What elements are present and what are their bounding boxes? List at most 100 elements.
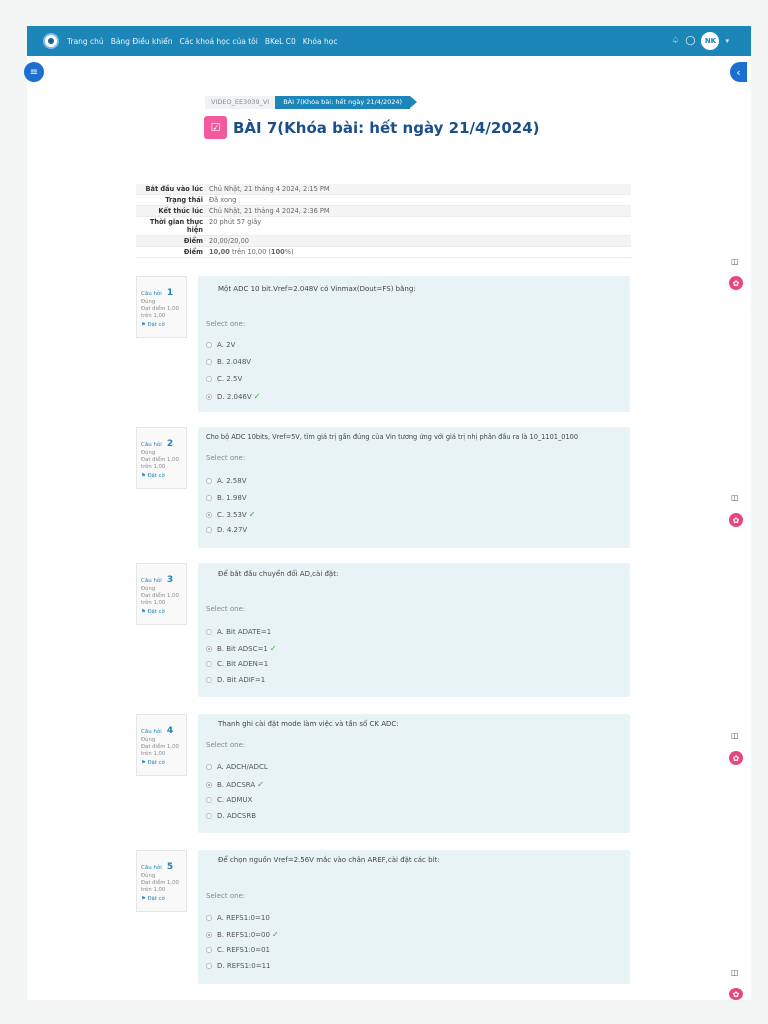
question-grade-max: trên 1,00 — [141, 464, 166, 470]
brain-icon[interactable]: ✿ — [729, 988, 743, 1000]
question-grade-max: trên 1,00 — [141, 887, 166, 893]
grade-percent: 100 — [270, 248, 285, 256]
block-drawer-toggle[interactable]: ‹ — [730, 62, 747, 82]
nav-my-courses[interactable]: Các khoá học của tôi — [180, 37, 258, 46]
answer-option[interactable]: A. REFS1:0=10 — [206, 914, 270, 922]
question-content: Thanh ghi cài đặt mode làm việc và tần s… — [198, 714, 630, 833]
radio-button[interactable] — [206, 931, 212, 938]
flag-label: Đặt cờ — [147, 760, 165, 766]
summary-row: Điểm 10,00 trên 10,00 (100%) — [136, 247, 631, 258]
radio-button[interactable] — [206, 342, 212, 348]
chevron-down-icon[interactable]: ▾ — [725, 37, 729, 45]
select-one-prompt: Select one: — [206, 892, 246, 900]
book-icon[interactable]: ◫ — [731, 493, 741, 502]
radio-button[interactable] — [206, 495, 212, 501]
question-grade: Đạt điểm 1,00 — [141, 880, 179, 886]
radio-button[interactable] — [206, 359, 212, 365]
flag-question-button[interactable]: ⚑ Đặt cờ — [141, 896, 182, 902]
breadcrumb-arrow — [410, 96, 418, 108]
flag-icon: ⚑ — [141, 896, 146, 902]
question-label: Câu hỏi — [141, 442, 162, 448]
question-state: Đúng — [141, 450, 156, 456]
radio-button[interactable] — [206, 645, 212, 652]
course-index-toggle[interactable]: ≡ — [24, 62, 44, 82]
answer-option[interactable]: B. Bit ADSC=1 ✓ — [206, 644, 277, 653]
summary-value: Đã xong — [209, 196, 237, 204]
answer-option[interactable]: C. ADMUX — [206, 796, 252, 804]
radio-button[interactable] — [206, 629, 212, 635]
answer-option[interactable]: C. REFS1:0=01 — [206, 946, 270, 954]
radio-button[interactable] — [206, 661, 212, 667]
radio-button[interactable] — [206, 677, 212, 683]
option-label: B. 1.98V — [217, 494, 247, 502]
option-label: D. REFS1:0=11 — [217, 962, 271, 970]
brain-icon[interactable]: ✿ — [729, 751, 743, 765]
radio-button[interactable] — [206, 376, 212, 382]
radio-button[interactable] — [206, 527, 212, 533]
answer-option[interactable]: D. 4.27V — [206, 526, 247, 534]
answer-option[interactable]: D. 2.046V ✓ — [206, 392, 260, 401]
flag-question-button[interactable]: ⚑ Đặt cờ — [141, 609, 182, 615]
answer-option[interactable]: A. 2V — [206, 341, 235, 349]
nav-courses[interactable]: Khóa học — [303, 37, 338, 46]
brain-icon[interactable]: ✿ — [729, 513, 743, 527]
question-content: Để chọn nguồn Vref=2.56V mắc vào chân AR… — [198, 850, 630, 984]
answer-option[interactable]: C. 3.53V ✓ — [206, 510, 255, 519]
question-info: Câu hỏi 1 Đúng Đạt điểm 1,00 trên 1,00 ⚑… — [136, 276, 187, 338]
question-number: 2 — [166, 439, 174, 449]
answer-option[interactable]: B. 1.98V — [206, 494, 247, 502]
question-state: Đúng — [141, 737, 156, 743]
brain-icon[interactable]: ✿ — [729, 276, 743, 290]
radio-button[interactable] — [206, 511, 212, 518]
select-one-prompt: Select one: — [206, 741, 246, 749]
breadcrumb-course[interactable]: VIDEO_EE3039_VI — [205, 96, 276, 109]
book-icon[interactable]: ◫ — [731, 968, 741, 977]
site-logo[interactable] — [41, 31, 61, 51]
book-icon[interactable]: ◫ — [731, 731, 741, 740]
answer-option[interactable]: D. ADCSRB — [206, 812, 256, 820]
answer-option[interactable]: A. Bit ADATE=1 — [206, 628, 271, 636]
nav-dashboard[interactable]: Bảng Điều khiển — [111, 37, 173, 46]
flag-question-button[interactable]: ⚑ Đặt cờ — [141, 473, 182, 479]
radio-button[interactable] — [206, 963, 212, 969]
answer-option[interactable]: A. 2.58V — [206, 477, 247, 485]
answer-option[interactable]: C. 2.5V — [206, 375, 242, 383]
radio-button[interactable] — [206, 947, 212, 953]
flag-question-button[interactable]: ⚑ Đặt cờ — [141, 322, 182, 328]
answer-option[interactable]: B. 2.048V — [206, 358, 251, 366]
bell-icon[interactable]: ♤ — [671, 32, 679, 50]
nav-bkel[interactable]: BKeL C0 — [265, 37, 296, 46]
flag-question-button[interactable]: ⚑ Đặt cờ — [141, 760, 182, 766]
radio-button[interactable] — [206, 781, 212, 788]
question-label: Câu hỏi — [141, 578, 162, 584]
answer-option[interactable]: B. REFS1:0=00 ✓ — [206, 930, 279, 939]
book-icon[interactable]: ◫ — [731, 257, 741, 266]
option-label: B. REFS1:0=00 — [217, 930, 270, 939]
avatar[interactable]: NK — [701, 32, 720, 50]
answer-option[interactable]: A. ADCH/ADCL — [206, 763, 268, 771]
nav-home[interactable]: Trang chủ — [67, 37, 104, 46]
option-label: D. Bit ADIF=1 — [217, 676, 266, 684]
question-info: Câu hỏi 3 Đúng Đạt điểm 1,00 trên 1,00 ⚑… — [136, 563, 187, 625]
breadcrumb-quiz[interactable]: BÀI 7(Khóa bài: hết ngày 21/4/2024) — [275, 96, 411, 109]
question-number: 3 — [166, 575, 174, 585]
question-text: Một ADC 10 bit.Vref=2.048V có Vinmax(Dou… — [218, 285, 416, 293]
radio-button[interactable] — [206, 393, 212, 400]
answer-option[interactable]: D. Bit ADIF=1 — [206, 676, 265, 684]
question-number: 1 — [166, 288, 174, 298]
option-label: B. Bit ADSC=1 — [217, 644, 268, 653]
summary-label: Điểm — [183, 237, 203, 245]
question-number: 4 — [166, 726, 174, 736]
radio-button[interactable] — [206, 813, 212, 819]
radio-button[interactable] — [206, 478, 212, 484]
answer-option[interactable]: C. Bit ADEN=1 — [206, 660, 268, 668]
flag-label: Đặt cờ — [147, 322, 165, 328]
radio-button[interactable] — [206, 797, 212, 803]
option-label: B. ADCSRA — [217, 780, 256, 789]
option-label: B. 2.048V — [217, 358, 252, 366]
answer-option[interactable]: B. ADCSRA ✓ — [206, 780, 264, 789]
answer-option[interactable]: D. REFS1:0=11 — [206, 962, 271, 970]
radio-button[interactable] — [206, 915, 212, 921]
chat-icon[interactable]: ◯ — [685, 32, 695, 50]
radio-button[interactable] — [206, 764, 212, 770]
